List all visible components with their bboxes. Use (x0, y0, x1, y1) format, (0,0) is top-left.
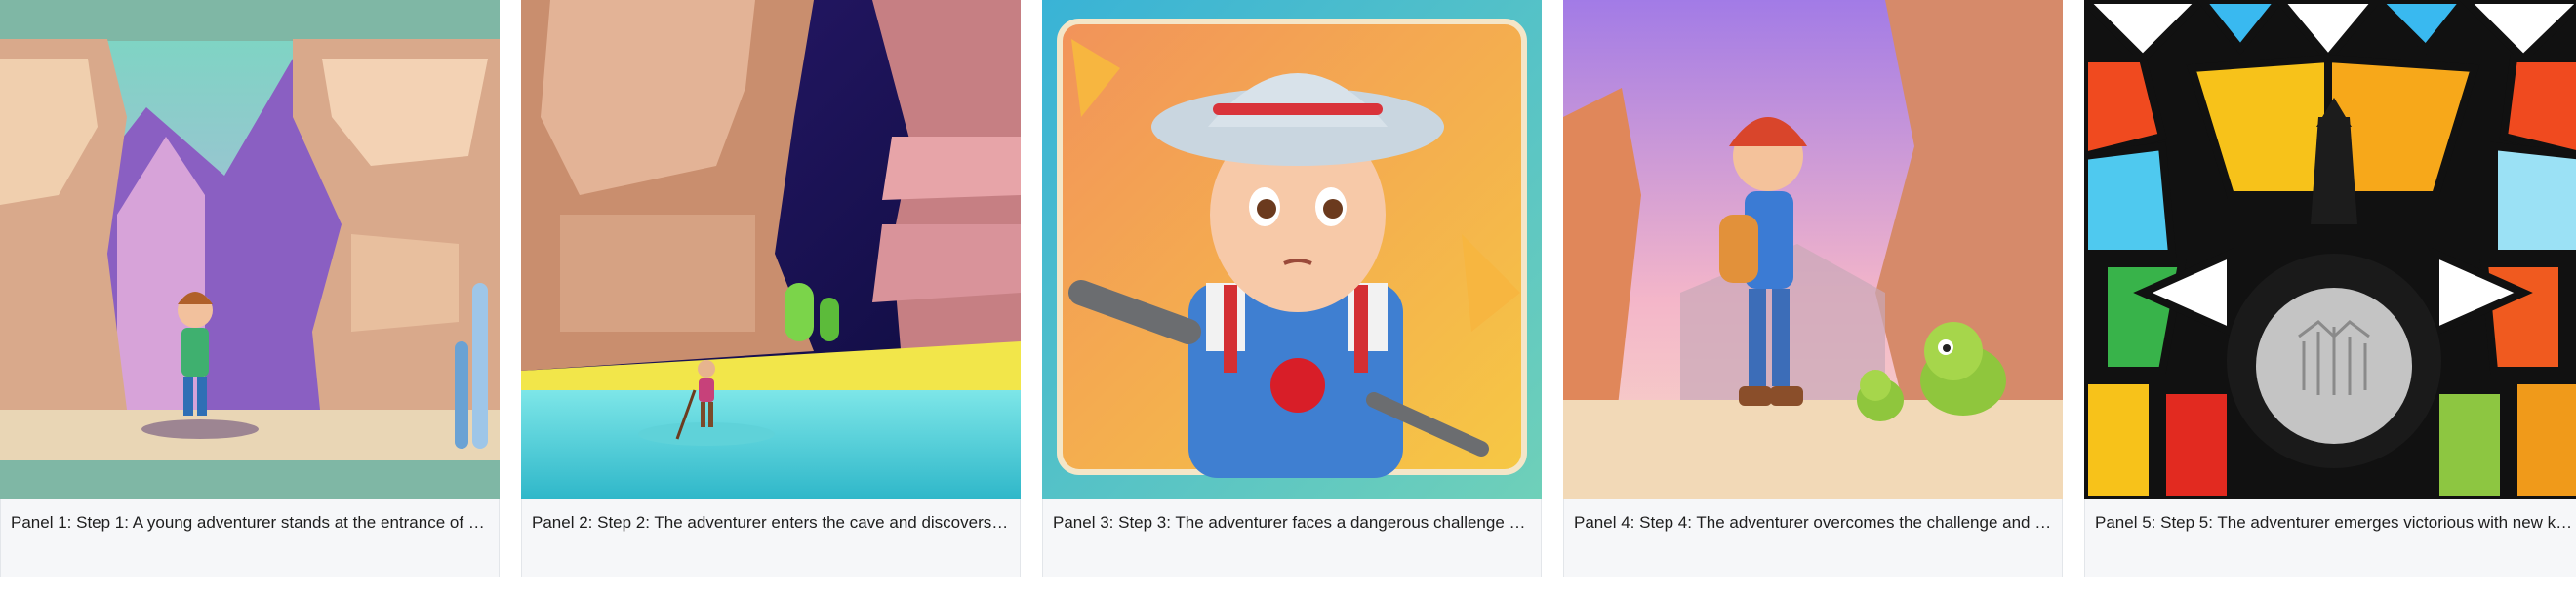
comic-strip: Panel 1: Step 1: A young adventurer stan… (0, 0, 2576, 597)
panel-5: Panel 5: Step 5: The adventurer emerges … (2084, 0, 2576, 577)
panel-1-image (0, 0, 500, 499)
panel-5-caption: Panel 5: Step 5: The adventurer emerges … (2084, 499, 2576, 577)
panel-2-caption: Panel 2: Step 2: The adventurer enters t… (521, 499, 1021, 577)
panel-3-image (1042, 0, 1542, 499)
panel-1-caption: Panel 1: Step 1: A young adventurer stan… (0, 499, 500, 577)
explorer-portrait-icon (1042, 0, 1542, 499)
panel-4-caption: Panel 4: Step 4: The adventurer overcome… (1563, 499, 2063, 577)
panel-4-image (1563, 0, 2063, 499)
panel-1: Panel 1: Step 1: A young adventurer stan… (0, 0, 500, 577)
panel-4: Panel 4: Step 4: The adventurer overcome… (1563, 0, 2063, 577)
canyon-entrance-icon (0, 0, 500, 499)
panel-3-caption: Panel 3: Step 3: The adventurer faces a … (1042, 499, 1542, 577)
panel-5-image (2084, 0, 2576, 499)
adventurer-with-creature-icon (1563, 0, 2063, 499)
panel-2-image (521, 0, 1021, 499)
panel-3: Panel 3: Step 3: The adventurer faces a … (1042, 0, 1542, 577)
stained-glass-emblem-icon (2084, 0, 2576, 499)
panel-2: Panel 2: Step 2: The adventurer enters t… (521, 0, 1021, 577)
cave-river-icon (521, 0, 1021, 499)
